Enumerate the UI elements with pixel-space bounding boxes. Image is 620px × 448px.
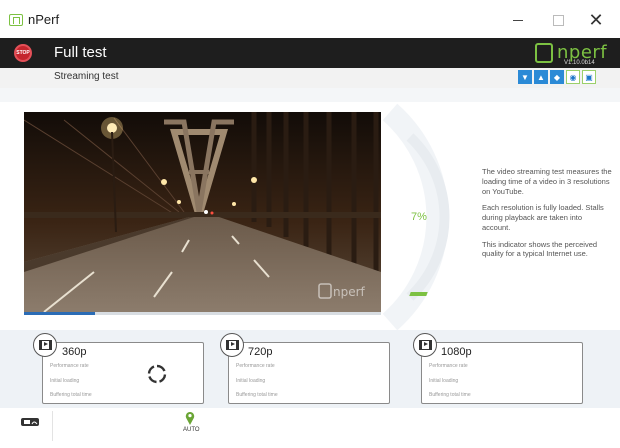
metric-buffering-total-time: Buffering total time [236,392,278,398]
globe-icon[interactable]: ◉ [566,70,580,84]
metric-performance-rate: Performance rate [236,363,275,369]
chevron-down-icon[interactable]: ▼ [518,70,532,84]
toolbar: ▼ ▲ ◆ ◉ ▣ [518,70,596,84]
video-play-icon [220,333,244,357]
metric-initial-loading: Initial loading [236,378,266,384]
nperf-app-icon [9,14,23,26]
divider [52,411,53,441]
metric-buffering-total-time: Buffering total time [429,392,471,398]
result-card-1080p: 1080p Performance rate Initial loading B… [421,342,583,404]
subheader: Streaming test ▼ ▲ ◆ ◉ ▣ [0,68,620,88]
metric-performance-rate: Performance rate [429,363,468,369]
description-paragraph: The video streaming test measures the lo… [482,167,612,196]
minimize-button[interactable] [500,8,536,32]
video-progress-bar [24,312,381,315]
result-card-720p: 720p Performance rate Initial loading Bu… [228,342,390,404]
video-progress-fill [24,312,96,315]
app-version: V1.10.0b14 [564,60,595,66]
video-player[interactable]: nperf [24,112,381,312]
metric-performance-rate: Performance rate [50,363,89,369]
test-description: The video streaming test measures the lo… [482,167,612,266]
streaming-panel: nperf 7% The video streaming test measur… [0,102,620,330]
nperf-logo: nperf V1.10.0b14 [535,41,615,67]
window-title: nPerf [28,12,60,27]
result-card-360p: 360p Performance rate Initial loading Bu… [42,342,204,404]
divider-strip [0,88,620,102]
resolution-label: 360p [62,346,87,358]
resolution-label: 720p [248,346,273,358]
page-title: Full test [54,44,107,61]
test-name: Streaming test [54,71,119,82]
expand-horizontal-icon[interactable]: ◆ [550,70,564,84]
location-pin-icon[interactable] [185,411,195,425]
location-mode-label[interactable]: AUTO [183,427,200,433]
metric-buffering-total-time: Buffering total time [50,392,92,398]
video-play-icon [33,333,57,357]
nperf-logo-icon [535,43,553,63]
wifi-connection-icon[interactable] [20,416,40,428]
description-paragraph: This indicator shows the perceived quali… [482,239,598,259]
metric-initial-loading: Initial loading [50,378,80,384]
screenshot-icon[interactable]: ▣ [582,70,596,84]
loading-spinner-icon [147,364,167,384]
video-watermark: nperf [333,285,366,299]
status-footer: AUTO [0,408,620,448]
metric-initial-loading: Initial loading [429,378,459,384]
close-button[interactable]: ✕ [578,8,614,32]
video-play-icon [413,333,437,357]
chevron-up-icon[interactable]: ▲ [534,70,548,84]
progress-percent: 7% [411,211,427,223]
test-header: STOP Full test nperf V1.10.0b14 [0,38,620,68]
stop-button-label: STOP [16,50,30,56]
progress-indicator [409,292,428,296]
stop-button[interactable]: STOP [14,44,32,62]
resolution-label: 1080p [441,346,472,358]
window-titlebar: nPerf ✕ [0,0,620,38]
maximize-button[interactable] [540,8,576,32]
description-paragraph: Each resolution is fully loaded. Stalls … [482,203,604,232]
